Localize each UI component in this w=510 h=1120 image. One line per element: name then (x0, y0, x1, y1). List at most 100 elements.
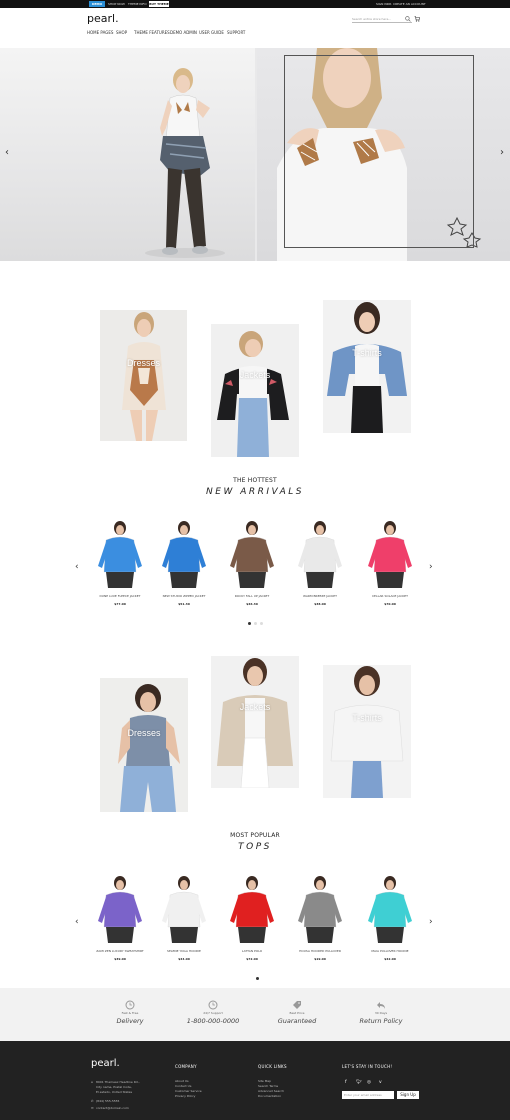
hero-slider[interactable]: ‹ › (0, 48, 510, 261)
instagram-icon[interactable]: ◎ (367, 1080, 371, 1085)
nav-demo-admin[interactable]: DEMO ADMIN (170, 30, 197, 35)
product-card[interactable]: MAIA PULLOVER HOODIE $42.00 (360, 875, 420, 961)
product-image[interactable] (222, 875, 282, 947)
product-card[interactable]: ROCKY FALL UP JACKET $46.30 (222, 520, 282, 606)
footer-email[interactable]: contact@domain.com (96, 1106, 129, 1110)
footer-link[interactable]: Customer Service (175, 1089, 202, 1093)
address-line: City name, Postal Code, (96, 1085, 132, 1089)
product-name[interactable]: MAIA PULLOVER HOODIE (360, 949, 420, 953)
demo-label[interactable]: DEMO (89, 1, 106, 7)
feature-sub: 30 Days (374, 1011, 388, 1015)
carousel-next-arrow[interactable]: › (429, 562, 433, 572)
product-card[interactable]: CELLAR SOLACE JACKET $70.00 (360, 520, 420, 606)
product-card[interactable]: HOUSA HOODED PULLOVER $19.00 (290, 875, 350, 961)
nav-user-guide[interactable]: USER GUIDE (199, 30, 224, 35)
section-subtitle: THE HOTTEST (233, 477, 277, 484)
nav-home-pages[interactable]: HOME PAGES (87, 30, 113, 35)
category-tile-tshirts[interactable]: T-shirts (323, 300, 411, 433)
product-price: $42.00 (384, 957, 396, 961)
footer-link[interactable]: Privacy Policy (175, 1094, 195, 1098)
product-image[interactable] (360, 875, 420, 947)
hero-prev-arrow[interactable]: ‹ (5, 148, 9, 158)
product-price: $70.00 (384, 602, 396, 606)
buy-theme-badge[interactable]: BUY THEME (149, 1, 169, 7)
product-price: $77.00 (114, 602, 126, 606)
product-card[interactable]: NEW STUDIO ZIPPED JACKET $51.30 (154, 520, 214, 606)
carousel-prev-arrow[interactable]: ‹ (75, 562, 79, 572)
product-name[interactable]: CELLAR SOLACE JACKET (360, 594, 420, 598)
shop-now-link[interactable]: SHOP NOW (108, 1, 125, 7)
phone-icon: ✆ (91, 1099, 94, 1103)
feature-delivery: Fast & Free Delivery (85, 1000, 175, 1025)
product-image[interactable] (90, 875, 150, 947)
newsletter-signup-button[interactable]: Sign Up (397, 1091, 419, 1099)
product-image[interactable] (90, 520, 150, 592)
features-bar: Fast & Free Delivery 24/7 Support 1-800-… (0, 988, 510, 1041)
theme-info-link[interactable]: THEME INFO (128, 1, 147, 7)
product-card[interactable]: SELENE YOGA HOODIE $44.00 (154, 875, 214, 961)
category-tile-dresses[interactable]: Dresses (100, 310, 187, 441)
nav-shop[interactable]: SHOP (116, 30, 127, 35)
sign-in-link[interactable]: SIGN IN (376, 1, 387, 7)
footer-link[interactable]: Contact Us (175, 1084, 191, 1088)
feature-main: Guaranteed (277, 1017, 317, 1025)
carousel-dot[interactable] (260, 622, 263, 625)
product-name[interactable]: NEW STUDIO ZIPPED JACKET (154, 594, 214, 598)
logo[interactable]: pearl. (87, 12, 119, 25)
product-image[interactable] (154, 520, 214, 592)
product-name[interactable]: HOUSA HOODED PULLOVER (290, 949, 350, 953)
category-label: Dresses (127, 728, 161, 738)
category-tile-jackets[interactable]: Jackets (211, 324, 299, 457)
vimeo-icon[interactable]: v (379, 1080, 382, 1085)
product-card[interactable]: DUNE LUXE FLEECE JACKET $77.00 (90, 520, 150, 606)
product-card[interactable]: LATTAN POLO $72.00 (222, 875, 282, 961)
hero-image-left (0, 48, 255, 261)
nav-support[interactable]: SUPPORT (227, 30, 245, 35)
product-image[interactable] (154, 875, 214, 947)
search-input[interactable]: Search entire store here... (352, 16, 412, 23)
footer-logo[interactable]: pearl. (91, 1058, 120, 1069)
product-card[interactable]: WARM BREEZE JACKET $38.00 (290, 520, 350, 606)
category-label: Jackets (239, 702, 271, 712)
category-tile-dresses[interactable]: Dresses (100, 678, 188, 812)
hero-next-arrow[interactable]: › (500, 148, 504, 158)
footer-link[interactable]: Search Terms (258, 1084, 278, 1088)
feature-sub: 24/7 Support (203, 1011, 223, 1015)
carousel-dot-active[interactable] (256, 977, 259, 980)
category-tile-jackets[interactable]: Jackets (211, 656, 299, 788)
product-name[interactable]: LATTAN POLO (222, 949, 282, 953)
product-name[interactable]: ZAMI ZEN LUXURY SWEATSHIRT (90, 949, 150, 953)
footer-link[interactable]: Documentation (258, 1094, 281, 1098)
newsletter-email-input[interactable]: Enter your email address (342, 1091, 394, 1099)
product-image[interactable] (222, 520, 282, 592)
product-name[interactable]: SELENE YOGA HOODIE (154, 949, 214, 953)
twitter-icon[interactable]: 🐦︎ (356, 1080, 362, 1085)
feature-main: 1-800-000-0000 (186, 1017, 240, 1025)
return-icon (377, 1002, 385, 1009)
product-price: $38.00 (314, 602, 326, 606)
footer-company-heading: COMPANY (175, 1064, 197, 1069)
product-image[interactable] (360, 520, 420, 592)
create-account-link[interactable]: CREATE AN ACCOUNT (393, 1, 426, 7)
category-label: Jackets (239, 370, 271, 380)
carousel-dot-active[interactable] (248, 622, 251, 625)
facebook-icon[interactable]: f (345, 1080, 347, 1085)
product-image[interactable] (290, 875, 350, 947)
carousel-prev-arrow[interactable]: ‹ (75, 917, 79, 927)
footer-link[interactable]: About Us (175, 1079, 189, 1083)
carousel-next-arrow[interactable]: › (429, 917, 433, 927)
product-image[interactable] (290, 520, 350, 592)
search-icon[interactable] (405, 16, 411, 22)
product-name[interactable]: ROCKY FALL UP JACKET (222, 594, 282, 598)
product-name[interactable]: DUNE LUXE FLEECE JACKET (90, 594, 150, 598)
cart-icon[interactable] (414, 16, 420, 22)
nav-theme-features[interactable]: THEME FEATURES (134, 30, 170, 35)
product-price: $44.00 (178, 957, 190, 961)
product-name[interactable]: WARM BREEZE JACKET (290, 594, 350, 598)
footer-phone[interactable]: (844) 555-5555 (96, 1099, 119, 1103)
product-card[interactable]: ZAMI ZEN LUXURY SWEATSHIRT $39.00 (90, 875, 150, 961)
category-tile-tshirts[interactable]: T-shirts (323, 665, 411, 798)
footer-link[interactable]: Advanced Search (258, 1089, 284, 1093)
footer-link[interactable]: Site Map (258, 1079, 271, 1083)
carousel-dot[interactable] (254, 622, 257, 625)
